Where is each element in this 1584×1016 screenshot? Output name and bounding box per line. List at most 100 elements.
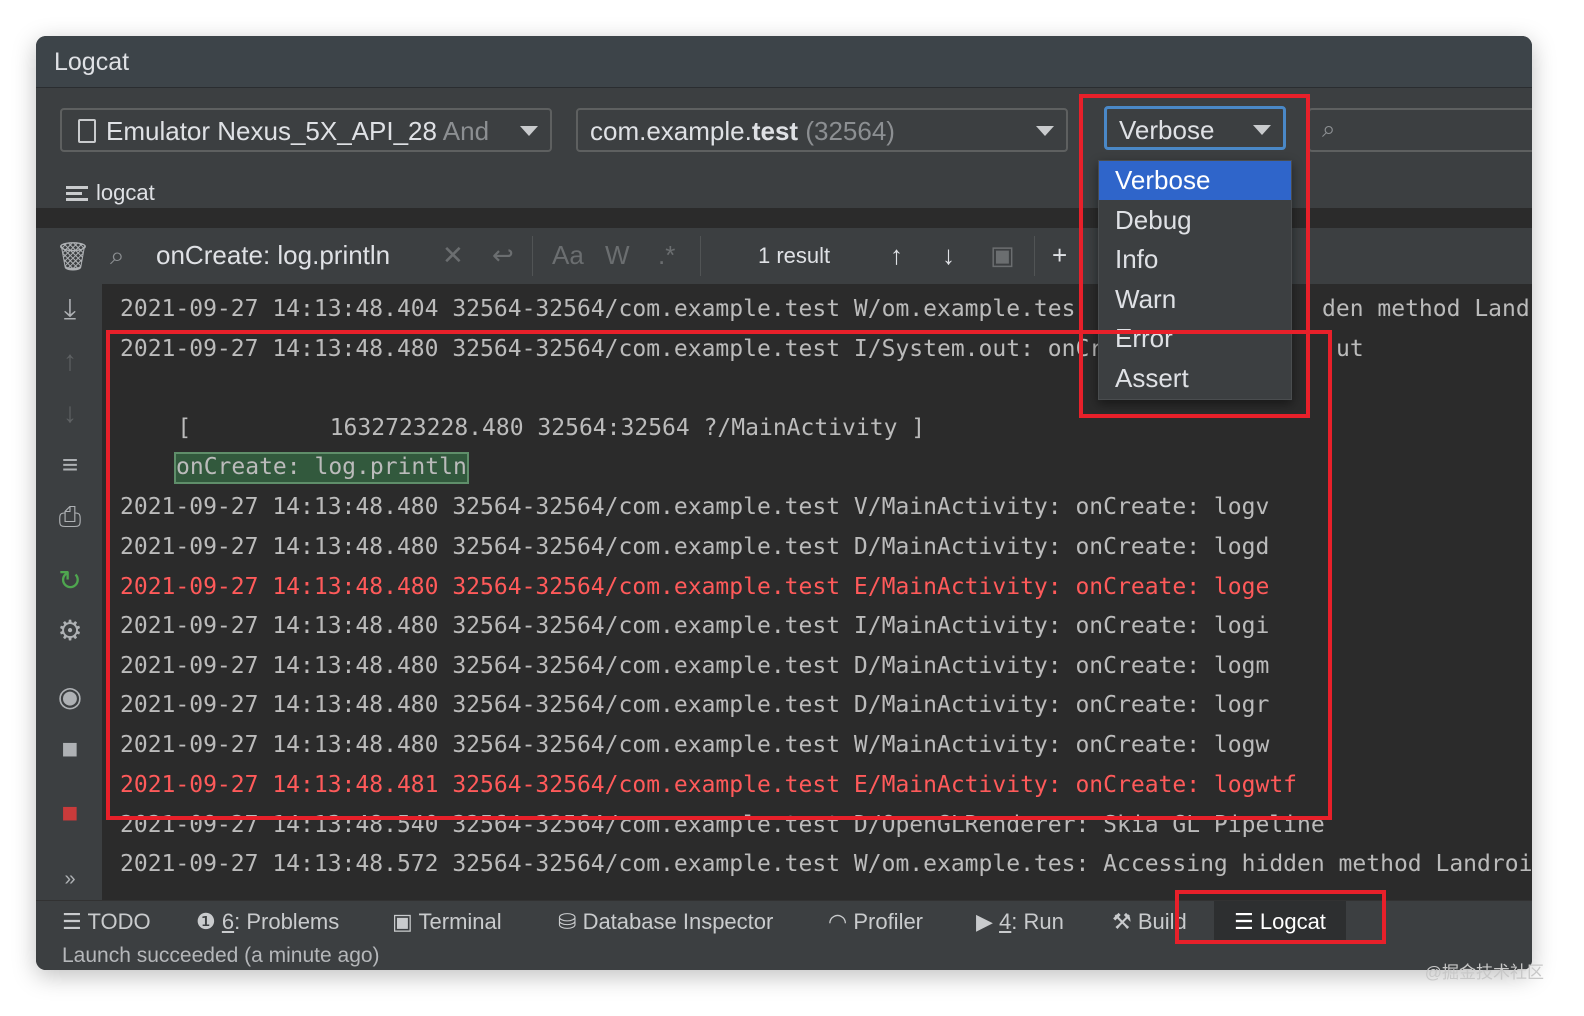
divider xyxy=(532,236,533,276)
info-icon: ❶ xyxy=(196,909,216,934)
tab-logcat[interactable]: logcat xyxy=(66,180,155,206)
database-inspector-tab[interactable]: ⛁ Database Inspector xyxy=(558,909,773,935)
device-name: Emulator Nexus_5X_API_28 xyxy=(106,116,437,146)
log-level-selector[interactable]: Verbose xyxy=(1104,106,1286,150)
next-occurrence-icon[interactable]: ↓ xyxy=(942,240,955,271)
process-pid: (32564) xyxy=(805,116,895,146)
play-icon: ▶ xyxy=(976,909,993,934)
search-match-highlight: onCreate: log.println xyxy=(174,452,469,484)
print-icon[interactable]: ⎙ xyxy=(55,502,85,532)
profiler-label: Profiler xyxy=(853,909,924,934)
log-line: 2021-09-27 14:13:48.480 32564-32564/com.… xyxy=(120,534,1270,560)
left-toolbar: 🗑 ⤓ ↑ ↓ ≡ ⎙ ↻ ⚙ ◉ ■ ■ » xyxy=(36,228,103,900)
terminal-tab[interactable]: ▣ Terminal xyxy=(392,909,502,935)
list-icon xyxy=(66,186,88,202)
process-package: com.example. xyxy=(590,116,752,146)
tab-logcat-label: logcat xyxy=(96,180,155,205)
device-icon xyxy=(78,119,96,143)
log-line: 2021-09-27 14:13:48.540 32564-32564/com.… xyxy=(120,812,1325,838)
log-level-option-debug[interactable]: Debug xyxy=(1099,201,1291,240)
log-line: 2021-09-27 14:13:48.480 32564-32564/com.… xyxy=(120,692,1270,718)
run-label: : Run xyxy=(1011,909,1064,934)
arrow-up-icon[interactable]: ↑ xyxy=(55,346,85,376)
chevron-down-icon xyxy=(1253,125,1271,135)
scroll-to-end-icon[interactable]: ⤓ xyxy=(55,294,85,324)
video-icon[interactable]: ■ xyxy=(55,734,85,764)
terminal-label: Terminal xyxy=(418,909,502,934)
status-text: Launch succeeded (a minute ago) xyxy=(62,944,380,967)
regex-toggle[interactable]: .* xyxy=(658,240,675,271)
previous-occurrence-icon[interactable]: ↑ xyxy=(890,240,903,271)
watermark: @掘金技术社区 xyxy=(1424,963,1544,982)
log-line: 2021-09-27 14:13:48.404 32564-32564/com.… xyxy=(120,296,1076,322)
gauge-icon: ◠ xyxy=(828,909,848,934)
todo-tab[interactable]: ☰ TODO xyxy=(62,909,151,935)
todo-label: TODO xyxy=(87,909,151,934)
divider xyxy=(1034,236,1035,276)
tool-window-bar: ☰ TODO ❶ 6: Problems ▣ Terminal ⛁ Databa… xyxy=(36,900,1532,943)
stop-icon[interactable]: ■ xyxy=(55,798,85,828)
select-all-icon[interactable]: ▣ xyxy=(990,240,1015,271)
add-filter-icon[interactable]: + xyxy=(1052,240,1067,271)
camera-icon[interactable]: ◉ xyxy=(55,682,85,712)
problems-number: 6 xyxy=(221,909,235,934)
build-label: Build xyxy=(1137,909,1187,934)
log-line-error: 2021-09-27 14:13:48.480 32564-32564/com.… xyxy=(120,574,1270,600)
terminal-icon: ▣ xyxy=(392,909,413,934)
log-line: [ 1632723228.480 32564:32564 ?/MainActiv… xyxy=(122,415,926,441)
database-icon: ⛁ xyxy=(558,909,577,934)
search-icon: ⌕ xyxy=(110,240,125,270)
log-line: 2021-09-27 14:13:48.572 32564-32564/com.… xyxy=(120,851,1532,877)
gear-icon[interactable]: ⚙ xyxy=(55,616,85,646)
divider xyxy=(700,236,701,276)
window-title: Logcat xyxy=(54,48,130,76)
chevron-down-icon xyxy=(520,126,538,136)
search-input[interactable]: onCreate: log.println xyxy=(156,240,390,271)
more-icon[interactable]: » xyxy=(55,864,85,894)
title-bar: Logcat xyxy=(36,36,1532,88)
problems-tab[interactable]: ❶ 6: Problems xyxy=(196,909,339,935)
log-level-option-error[interactable]: Error xyxy=(1099,319,1291,358)
hammer-icon: ⚒ xyxy=(1112,909,1132,934)
logcat-toolbar: Emulator Nexus_5X_API_28 And com.example… xyxy=(36,88,1532,208)
log-line: 2021-09-27 14:13:48.480 32564-32564/com.… xyxy=(120,613,1270,639)
log-output[interactable]: 2021-09-27 14:13:48.404 32564-32564/com.… xyxy=(102,284,1532,900)
newline-icon[interactable]: ↩ xyxy=(492,240,514,271)
run-tab[interactable]: ▶ 4: Run xyxy=(976,909,1064,935)
logcat-tool-tab[interactable]: ☰ Logcat xyxy=(1214,901,1346,943)
filter-search-field[interactable]: ⌕ xyxy=(1308,108,1532,152)
process-name: test xyxy=(751,116,799,146)
log-level-option-assert[interactable]: Assert xyxy=(1099,359,1291,398)
log-level-value: Verbose xyxy=(1119,115,1215,145)
clear-icon[interactable]: ✕ xyxy=(442,240,464,271)
arrow-down-icon[interactable]: ↓ xyxy=(55,398,85,428)
problems-label: : Problems xyxy=(234,909,340,934)
log-line: 2021-09-27 14:13:48.480 32564-32564/com.… xyxy=(120,494,1270,520)
run-number: 4 xyxy=(999,909,1012,934)
log-level-option-warn[interactable]: Warn xyxy=(1099,280,1291,319)
build-tab[interactable]: ⚒ Build xyxy=(1112,909,1187,935)
words-toggle[interactable]: W xyxy=(605,240,630,271)
db-label: Database Inspector xyxy=(582,909,774,934)
logcat-tool-label: Logcat xyxy=(1259,909,1326,934)
status-bar: Launch succeeded (a minute ago) xyxy=(36,942,1532,970)
list-icon: ☰ xyxy=(62,909,82,934)
log-line: 2021-09-27 14:13:48.480 32564-32564/com.… xyxy=(120,336,1104,362)
search-result-count: 1 result xyxy=(758,243,831,268)
logcat-window: Logcat Emulator Nexus_5X_API_28 And com.… xyxy=(36,36,1532,970)
restart-icon[interactable]: ↻ xyxy=(55,566,85,596)
log-line: 2021-09-27 14:13:48.480 32564-32564/com.… xyxy=(120,732,1270,758)
chevron-down-icon xyxy=(1036,126,1054,136)
profiler-tab[interactable]: ◠ Profiler xyxy=(828,909,923,935)
log-line-tail: den method Landroi xyxy=(1322,296,1532,322)
trash-icon[interactable]: 🗑 xyxy=(55,242,91,272)
log-level-option-verbose[interactable]: Verbose xyxy=(1099,161,1291,200)
soft-wrap-icon[interactable]: ≡ xyxy=(55,450,85,480)
log-level-dropdown: Verbose Debug Info Warn Error Assert xyxy=(1098,160,1292,400)
process-selector[interactable]: com.example.test (32564) xyxy=(576,108,1068,152)
log-level-option-info[interactable]: Info xyxy=(1099,240,1291,279)
match-case-toggle[interactable]: Aa xyxy=(552,240,584,271)
log-line-error: 2021-09-27 14:13:48.481 32564-32564/com.… xyxy=(120,772,1298,798)
find-bar: ⌕ onCreate: log.println ✕ ↩ Aa W .* 1 re… xyxy=(102,228,1532,285)
device-selector[interactable]: Emulator Nexus_5X_API_28 And xyxy=(60,108,552,152)
